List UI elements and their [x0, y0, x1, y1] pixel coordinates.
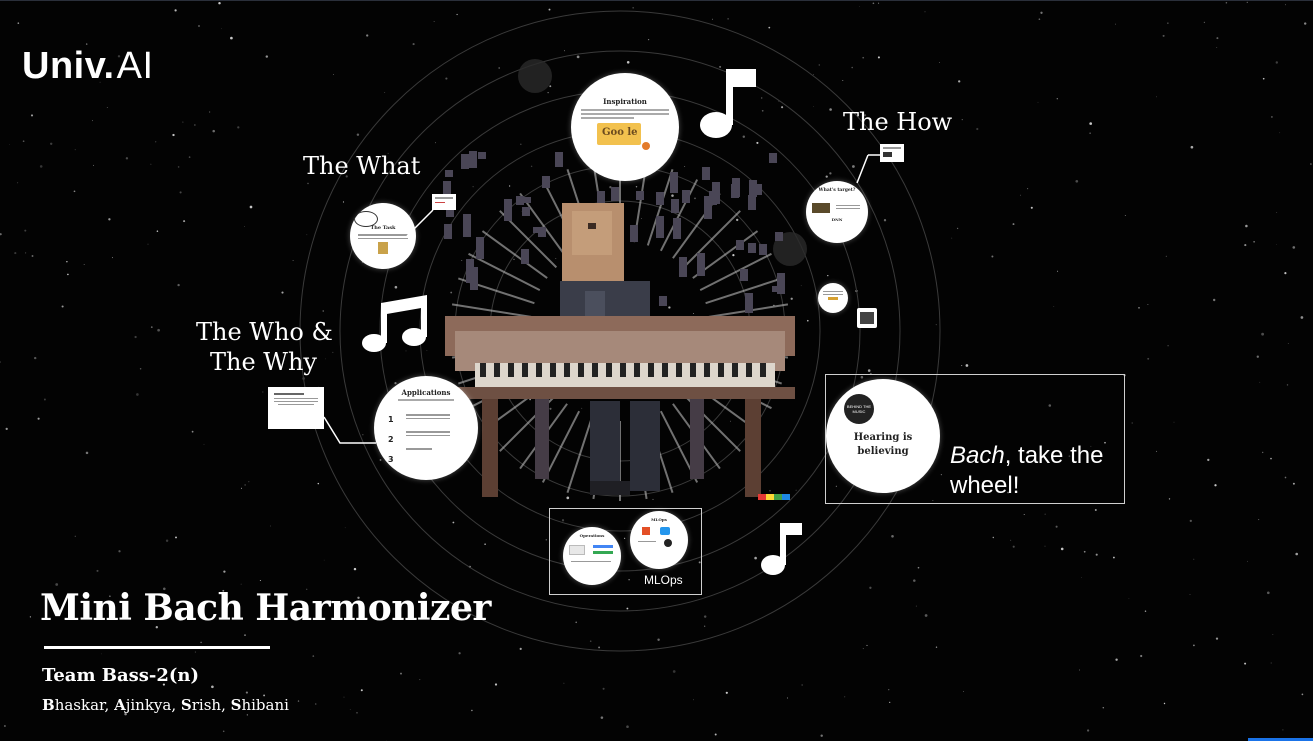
how-connector-line: [856, 154, 880, 184]
label-why-line: The Why: [210, 348, 317, 376]
operations-logo-b: [593, 545, 613, 548]
team-connector-line: [323, 416, 376, 444]
team-name: Team Bass-2(n): [42, 665, 200, 686]
label-who-line: The Who &: [196, 318, 333, 346]
hearing-text: Hearing is believing: [826, 431, 940, 459]
music-note-small-icon: [761, 523, 802, 575]
hearing-believing-card[interactable]: BEHIND THE MUSIC Hearing is believing: [826, 379, 940, 493]
behind-the-music-badge: BEHIND THE MUSIC: [844, 394, 874, 424]
title-divider: [44, 646, 270, 649]
member-initial: A: [114, 696, 126, 714]
callout-line-2: wheel!: [950, 472, 1020, 499]
tool-logo-a: [642, 527, 650, 535]
applications-list: 1 2 3: [388, 410, 394, 470]
task-text-lines: [358, 234, 408, 239]
beamed-notes-icon: [362, 295, 427, 352]
inspiration-card[interactable]: Inspiration Goo le: [571, 73, 679, 181]
target-text-lines: [836, 203, 860, 211]
team-mini-card[interactable]: [268, 387, 324, 429]
play-icon[interactable]: [642, 142, 650, 150]
bach-piano-illustration: [443, 151, 795, 501]
operations-logo-c: [593, 551, 613, 554]
member-initial: S: [230, 696, 242, 714]
member-name: haskar: [54, 696, 105, 714]
applications-text-lines: [406, 412, 450, 452]
prezi-canvas[interactable]: Univ.AI The What The How The Who & The W…: [0, 0, 1313, 741]
hearing-line-2: believing: [857, 446, 909, 457]
member-initial: B: [42, 696, 55, 714]
label-the-who-why[interactable]: The Who & The Why: [196, 317, 333, 377]
target-thumbnail: [812, 203, 830, 213]
docker-logo-icon: [660, 527, 670, 535]
presentation-title: Mini Bach Harmonizer: [40, 587, 491, 629]
callout-rest: , take the: [1004, 442, 1104, 469]
mlops-label: MLOps: [644, 573, 683, 587]
speech-bubble-icon: [354, 211, 378, 227]
team-members: Bhaskar, Ajinkya, Srish, Shibani: [42, 696, 289, 714]
brand-suffix: AI: [116, 45, 154, 87]
small-detail-card[interactable]: [818, 283, 848, 313]
member-name: rish: [191, 696, 222, 714]
google-doodle-thumbnail: Goo le: [597, 123, 641, 145]
brand-name: Univ.: [22, 45, 115, 87]
operations-logo-a: [569, 545, 585, 555]
app-item-1: 1: [388, 415, 394, 424]
applications-note-icon: [453, 424, 473, 443]
app-item-2: 2: [388, 435, 394, 444]
member-initial: S: [180, 696, 192, 714]
connector-line: [406, 209, 434, 237]
google-doodle-text: Goo le: [602, 127, 638, 138]
label-the-how[interactable]: The How: [843, 107, 952, 137]
app-item-3: 3: [388, 455, 394, 464]
github-logo-icon: [664, 539, 672, 547]
hearing-line-1: Hearing is: [853, 432, 913, 443]
label-the-what[interactable]: The What: [303, 151, 420, 181]
music-note-icon: [700, 69, 756, 138]
inspiration-text-lines: [581, 109, 669, 119]
bach-take-the-wheel-text: Bach, take the wheel!: [950, 441, 1103, 501]
bach-emphasis: Bach: [950, 442, 1005, 469]
member-name: jinkya: [125, 696, 172, 714]
member-name: hibani: [241, 696, 289, 714]
portrait-thumbnail: [378, 242, 388, 254]
operations-card[interactable]: Operations: [563, 527, 621, 585]
inspiration-title: Inspiration: [603, 97, 647, 106]
code-icon[interactable]: [857, 308, 877, 328]
mlops-inner-card[interactable]: MLOps: [630, 511, 688, 569]
univ-ai-logo: Univ.AI: [22, 45, 154, 88]
dnn-label: DNN: [831, 217, 843, 222]
